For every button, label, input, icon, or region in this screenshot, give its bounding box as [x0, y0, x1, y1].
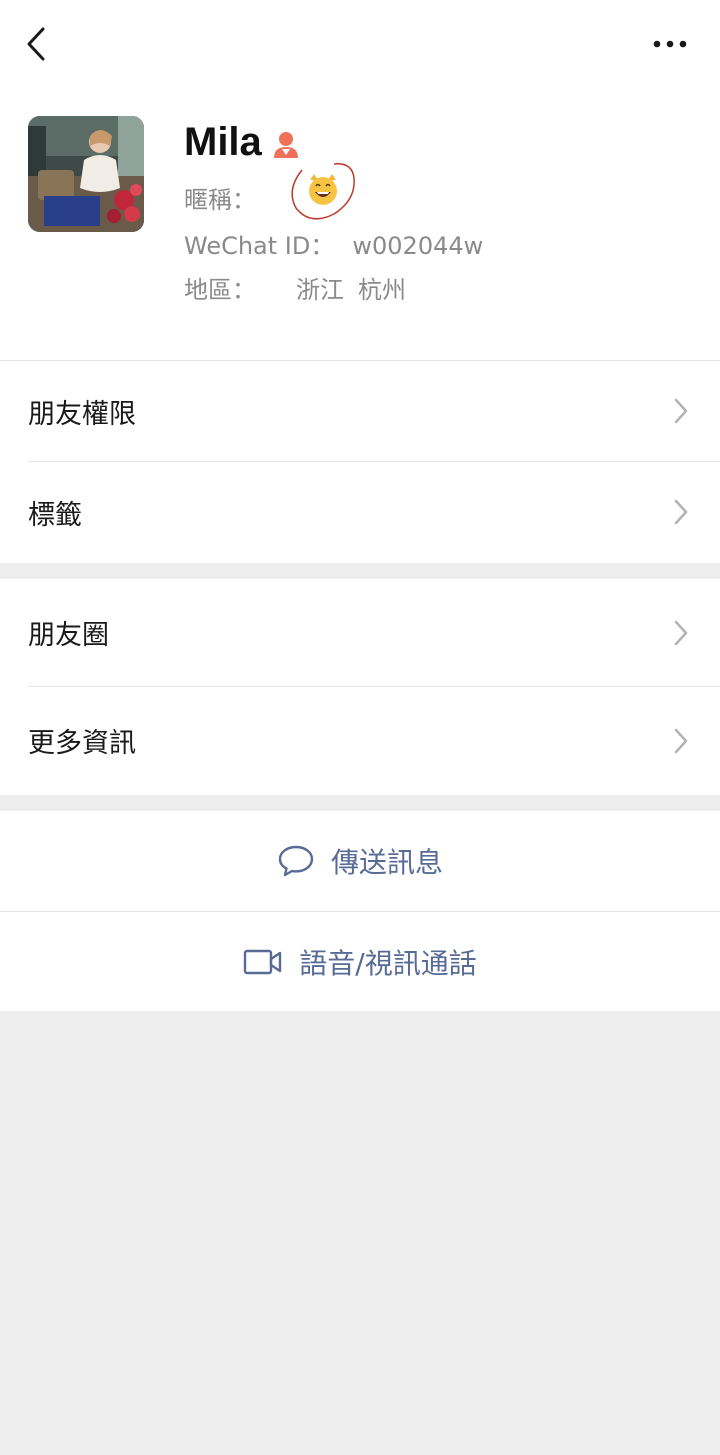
send-message-label: 傳送訊息 — [330, 846, 443, 879]
more-options-button[interactable] — [640, 26, 700, 62]
actions-group: 傳送訊息 語音/視訊通話 — [0, 811, 720, 1011]
contact-name: Mila — [184, 120, 262, 164]
send-message-button[interactable]: 傳送訊息 — [0, 811, 720, 911]
wechat-id-row: WeChat ID： w002044w — [184, 226, 483, 261]
list-item-tags[interactable]: 標籤 — [0, 462, 720, 562]
female-icon — [272, 130, 300, 160]
nickname-label: 暱稱： — [184, 186, 256, 214]
wechat-id-value: w002044w — [352, 232, 484, 260]
region-value: 浙江 杭州 — [296, 276, 406, 304]
nickname-emoji — [284, 156, 364, 226]
list-item-label: 朋友圈 — [28, 620, 109, 651]
region-city: 杭州 — [358, 276, 406, 304]
video-camera-icon — [244, 949, 282, 975]
settings-group: 朋友權限 標籤 — [0, 361, 720, 563]
region-label: 地區： — [184, 276, 256, 304]
more-dots-icon — [653, 40, 687, 48]
avatar[interactable] — [28, 116, 144, 232]
chevron-right-icon — [674, 620, 688, 645]
region-province: 浙江 — [296, 276, 344, 304]
chat-bubble-icon — [278, 845, 314, 877]
chevron-right-icon — [674, 398, 688, 424]
list-item-more-info[interactable]: 更多資訊 — [0, 687, 720, 794]
list-item-label: 朋友權限 — [28, 398, 136, 430]
back-button[interactable] — [14, 22, 58, 66]
moments-group: 朋友圈 更多資訊 — [0, 579, 720, 795]
list-item-friend-permissions[interactable]: 朋友權限 — [0, 361, 720, 461]
list-item-label: 更多資訊 — [28, 728, 136, 759]
top-bar — [0, 0, 720, 90]
chevron-right-icon — [674, 499, 688, 525]
profile-header: Mila 暱稱： WeChat ID： w002044w 地區： 浙江 杭州 — [0, 90, 720, 360]
region-row: 地區： 浙江 杭州 — [184, 270, 406, 305]
nickname-row: 暱稱： — [184, 163, 355, 220]
wechat-id-label: WeChat ID： — [184, 232, 335, 260]
list-item-label: 標籤 — [28, 499, 82, 531]
name-row: Mila — [184, 120, 300, 165]
voice-video-call-label: 語音/視訊通話 — [299, 947, 477, 980]
list-item-moments[interactable]: 朋友圈 — [0, 579, 720, 686]
chevron-right-icon — [674, 728, 688, 753]
chevron-left-icon — [27, 27, 45, 61]
avatar-photo — [28, 116, 144, 232]
voice-video-call-button[interactable]: 語音/視訊通話 — [0, 912, 720, 1012]
